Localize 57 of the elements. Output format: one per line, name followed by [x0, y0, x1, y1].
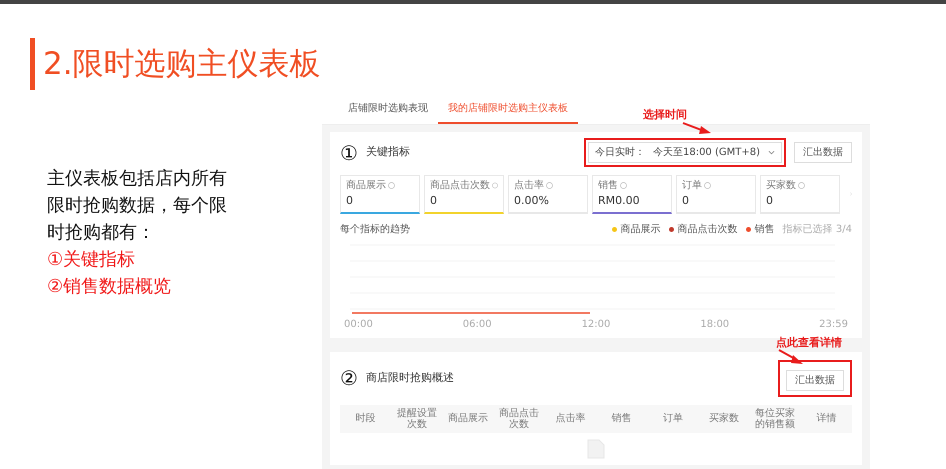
section-title: 商店限时抢购概述 — [366, 370, 454, 386]
metric-label: 商品展示 — [346, 178, 386, 193]
date-picker[interactable]: 今日实时： 今天至18:00 (GMT+8) — [588, 142, 782, 163]
column-header: 时段 — [354, 412, 377, 426]
column-header: 详情 — [815, 412, 838, 426]
legend-label: 销售 — [754, 222, 775, 236]
column-header: 每位买家的销售额 — [754, 406, 796, 432]
annotation-text: 点此查看详情 — [776, 334, 842, 350]
picker-value: 今天至18:00 (GMT+8) — [652, 146, 760, 160]
description-paragraph: 主仪表板包括店内所有 限时抢购数据，每个限 时抢购都有： — [47, 167, 228, 245]
info-icon — [492, 182, 498, 189]
axis-label: 12:00 — [582, 318, 610, 332]
slide-title: 2.限时选购主仪表板 — [30, 38, 322, 90]
circled-number: ① — [340, 142, 358, 164]
highlight-text: ①关键指标 — [47, 248, 136, 272]
arrow-icon — [682, 121, 712, 135]
column-header: 订单 — [662, 412, 684, 426]
axis-label: 06:00 — [462, 318, 492, 332]
legend-label: 商品点击次数 — [678, 222, 738, 236]
axis-label: 00:00 — [344, 318, 373, 332]
column-header: 商品点击次数 — [498, 406, 540, 432]
metric-value: 0 — [430, 193, 438, 209]
metric-value: 0 — [766, 193, 774, 209]
caret-icon — [768, 150, 775, 155]
info-icon — [546, 182, 553, 189]
column-header: 销售 — [610, 412, 633, 426]
info-icon — [620, 182, 627, 189]
metric-value: RM0.00 — [598, 193, 641, 209]
export-button[interactable]: 汇出数据 — [786, 370, 844, 390]
metric-value: 0 — [346, 193, 354, 209]
metric-label: 买家数 — [766, 178, 796, 193]
annotation-text: 选择时间 — [643, 107, 687, 123]
column-header: 商品展示 — [447, 412, 489, 426]
chart-title: 每个指标的趋势 — [340, 222, 410, 236]
circled-number: ② — [340, 367, 358, 389]
info-icon — [798, 182, 805, 189]
info-icon — [388, 182, 395, 189]
column-header: 提醒设置次数 — [396, 406, 438, 432]
info-icon — [704, 182, 711, 189]
export-button[interactable]: 汇出数据 — [794, 142, 852, 163]
axis-label: 23:59 — [819, 318, 848, 332]
metric-label: 商品点击次数 — [430, 178, 490, 193]
legend-note: 指标已选择 3/4 — [782, 222, 852, 236]
metric-value: 0 — [682, 193, 690, 209]
tab[interactable]: 店铺限时选购表现 — [338, 99, 438, 124]
metric-value: 0.00% — [514, 193, 550, 209]
column-header: 点击率 — [554, 412, 586, 426]
highlight-text: ②销售数据概览 — [47, 275, 172, 299]
legend-label: 商品展示 — [620, 222, 661, 236]
metric-label: 点击率 — [514, 178, 544, 193]
metric-label: 订单 — [682, 178, 702, 193]
picker-label: 今日实时： — [594, 146, 645, 160]
section-title: 关键指标 — [366, 144, 410, 160]
column-header: 买家数 — [708, 412, 740, 426]
empty-state-icon — [585, 438, 607, 458]
metric-label: 销售 — [598, 179, 618, 193]
axis-label: 18:00 — [700, 318, 730, 332]
